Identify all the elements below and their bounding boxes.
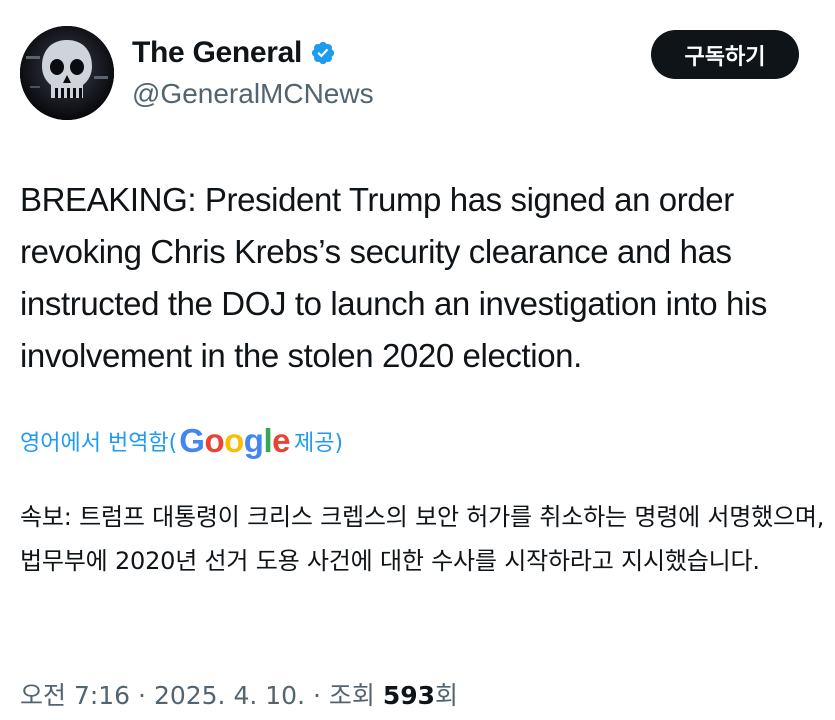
meta-separator: ·: [130, 681, 154, 710]
subscribe-button[interactable]: 구독하기: [651, 30, 799, 79]
translated-text: 속보: 트럼프 대통령이 크리스 크렙스의 보안 허가를 취소하는 명령에 서명…: [20, 503, 825, 575]
translate-attribution[interactable]: 영어에서 번역함( Google 제공): [20, 424, 343, 457]
author-display-name[interactable]: The General: [132, 36, 302, 70]
tweet-meta: 오전 7:16 · 2025. 4. 10. · 조회 593 회: [20, 676, 458, 712]
views-label: 조회: [328, 681, 383, 710]
views-count[interactable]: 593: [383, 681, 435, 710]
google-logo: Google: [179, 422, 290, 459]
meta-separator: ·: [305, 681, 329, 710]
translate-prefix: 영어에서 번역함(: [20, 430, 178, 456]
punisher-skull-icon: [20, 26, 114, 120]
tweet-time[interactable]: 오전 7:16: [20, 676, 130, 712]
tweet-text: BREAKING: President Trump has signed an …: [20, 181, 768, 374]
verified-badge-icon: [311, 41, 335, 65]
author-handle[interactable]: @GeneralMCNews: [132, 78, 374, 110]
views-suffix: 회: [435, 681, 459, 710]
author-name-row: The General: [132, 36, 336, 70]
avatar[interactable]: [20, 26, 114, 120]
translate-suffix: 제공): [293, 430, 344, 456]
tweet-date[interactable]: 2025. 4. 10.: [154, 681, 305, 710]
